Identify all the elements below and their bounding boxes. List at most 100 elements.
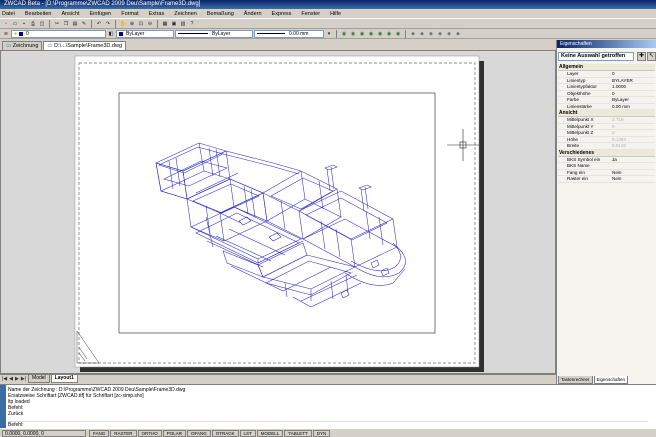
property-value[interactable]: 0 bbox=[608, 124, 655, 130]
redo-icon[interactable]: ↷ bbox=[104, 19, 112, 28]
paste-icon[interactable]: ▤ bbox=[71, 19, 79, 28]
view-front-icon[interactable]: ◈ bbox=[418, 30, 426, 38]
cut-icon[interactable]: ✂ bbox=[53, 19, 61, 28]
menu-extras[interactable]: Extras bbox=[149, 11, 165, 17]
command-window[interactable]: Name der Zeichnung : D:\Programme\ZWCAD … bbox=[0, 384, 656, 429]
tab-zeichnung[interactable]: ▭ Zeichnung bbox=[2, 41, 43, 50]
copy-icon[interactable]: ❐ bbox=[62, 19, 70, 28]
model-toggle[interactable]: MODELL bbox=[256, 429, 284, 437]
view-ucs-icon[interactable]: ◈ bbox=[454, 30, 462, 38]
color-select[interactable]: ByLayer bbox=[116, 29, 174, 38]
realistic-icon[interactable]: ◉ bbox=[376, 30, 384, 38]
pickadd-icon[interactable]: ↖ bbox=[647, 52, 656, 61]
separator bbox=[115, 19, 116, 28]
print-icon[interactable]: ⎙ bbox=[29, 19, 37, 28]
property-value[interactable]: Nein bbox=[608, 176, 655, 182]
grid-toggle[interactable]: RASTER bbox=[110, 429, 137, 437]
menu-hilfe[interactable]: Hilfe bbox=[330, 11, 341, 17]
property-value[interactable]: 1.0000 bbox=[608, 84, 655, 90]
color-swatch-icon bbox=[19, 31, 24, 36]
property-category-ansicht[interactable]: Ansicht bbox=[558, 110, 655, 117]
design-center-icon[interactable]: ▣ bbox=[170, 19, 178, 28]
tab-frame3d[interactable]: ▭ D:\...\Sample\Frame3D.dwg bbox=[43, 41, 127, 50]
help-icon[interactable]: ? bbox=[188, 19, 196, 28]
zoom-window-icon[interactable]: ⊡ bbox=[137, 19, 145, 28]
prev-tab-icon[interactable]: ◀ bbox=[9, 376, 13, 382]
plotstyle-icon[interactable]: ▾ bbox=[325, 29, 333, 38]
snap-toggle[interactable]: FANG bbox=[89, 429, 110, 437]
menu-fenster[interactable]: Fenster bbox=[301, 11, 320, 17]
property-value[interactable]: 0 bbox=[608, 130, 655, 136]
property-value[interactable]: 0 bbox=[608, 91, 655, 97]
lineweight-select[interactable]: 0.00 mm bbox=[254, 29, 324, 38]
tool-palette-icon[interactable]: ▥ bbox=[179, 19, 187, 28]
property-value[interactable]: ByLayer bbox=[608, 97, 655, 103]
dyn-toggle[interactable]: DYN bbox=[312, 429, 331, 437]
flat-shaded-icon[interactable]: ◉ bbox=[394, 30, 402, 38]
property-value[interactable]: 3.718 bbox=[608, 117, 655, 123]
property-category-verschiedenes[interactable]: Verschiedenes bbox=[558, 149, 655, 157]
match-properties-icon[interactable]: ✎ bbox=[80, 19, 88, 28]
view-left-icon[interactable]: ◈ bbox=[427, 30, 435, 38]
properties-icon[interactable]: ▦ bbox=[161, 19, 169, 28]
property-value[interactable]: Nein bbox=[608, 170, 655, 176]
shade-icon[interactable]: ◉ bbox=[349, 30, 357, 38]
view-iso-icon[interactable]: ◈ bbox=[436, 30, 444, 38]
property-value[interactable]: 0 bbox=[608, 71, 655, 77]
command-prompt[interactable]: Befehl: bbox=[8, 421, 648, 428]
next-tab-icon[interactable]: ▶ bbox=[15, 376, 19, 382]
menu-zeichnen[interactable]: Zeichnen bbox=[174, 11, 197, 17]
osnap-toggle[interactable]: OFANG bbox=[186, 429, 211, 437]
conceptual-icon[interactable]: ◉ bbox=[385, 30, 393, 38]
tab-properties[interactable]: Eigenschaften bbox=[593, 376, 629, 384]
menu-aendern[interactable]: Ändern bbox=[244, 11, 262, 17]
wireframe-icon[interactable]: ◉ bbox=[367, 30, 375, 38]
linetype-select[interactable]: ByLayer bbox=[175, 29, 253, 38]
hide-icon[interactable]: ◉ bbox=[358, 30, 366, 38]
layer-manager-icon[interactable]: ≋ bbox=[2, 29, 10, 38]
property-value[interactable] bbox=[608, 163, 655, 169]
render-icon[interactable]: ◉ bbox=[340, 30, 348, 38]
last-tab-icon[interactable]: ▶| bbox=[21, 376, 26, 382]
ortho-toggle[interactable]: ORTHO bbox=[137, 429, 162, 437]
property-key: Linientypfaktor bbox=[567, 84, 597, 89]
polar-toggle[interactable]: POLAR bbox=[162, 429, 186, 437]
menu-format[interactable]: Format bbox=[121, 11, 138, 17]
menu-bemassung[interactable]: Bemaßung bbox=[207, 11, 234, 17]
property-row[interactable]: Raster ein Nein bbox=[558, 176, 655, 183]
view-top-icon[interactable]: ◈ bbox=[409, 30, 417, 38]
property-value[interactable]: 0.00 mm bbox=[608, 104, 655, 110]
save-icon[interactable]: ▪ bbox=[20, 19, 28, 28]
zoom-previous-icon[interactable]: ⊖ bbox=[146, 19, 154, 28]
otrack-toggle[interactable]: OTRACK bbox=[211, 429, 239, 437]
undo-icon[interactable]: ↶ bbox=[95, 19, 103, 28]
tablet-toggle[interactable]: TABLETT bbox=[284, 429, 312, 437]
new-file-icon[interactable]: ▫ bbox=[2, 19, 10, 28]
first-tab-icon[interactable]: |◀ bbox=[2, 376, 7, 382]
property-value[interactable]: BYLAYER bbox=[608, 78, 655, 84]
lineweight-toggle[interactable]: LST bbox=[239, 429, 256, 437]
property-value[interactable]: 8.1384 bbox=[608, 137, 655, 143]
property-category-allgemein[interactable]: Allgemein bbox=[558, 64, 655, 71]
drawing-canvas[interactable] bbox=[0, 50, 556, 374]
property-value[interactable]: 9.0120 bbox=[608, 143, 655, 149]
preview-icon[interactable]: ◫ bbox=[38, 19, 46, 28]
command-window-grip[interactable] bbox=[0, 385, 6, 429]
view-orbit-icon[interactable]: ◈ bbox=[445, 30, 453, 38]
zoom-realtime-icon[interactable]: ⊕ bbox=[128, 19, 136, 28]
menu-express[interactable]: Express bbox=[272, 11, 292, 17]
tab-calculator[interactable]: Tastenrechner bbox=[558, 376, 593, 384]
tab-model[interactable]: Model bbox=[28, 375, 50, 383]
layer-previous-icon[interactable]: ◧ bbox=[107, 29, 115, 38]
layer-select[interactable]: ● 0 bbox=[11, 29, 106, 38]
menu-datei[interactable]: Datei bbox=[2, 11, 15, 17]
menu-ansicht[interactable]: Ansicht bbox=[61, 11, 79, 17]
tab-layout1[interactable]: Layout1 bbox=[50, 375, 78, 383]
property-value[interactable]: Ja bbox=[608, 157, 655, 163]
menu-einfuegen[interactable]: Einfügen bbox=[90, 11, 112, 17]
quick-select-icon[interactable]: ✚ bbox=[637, 52, 646, 61]
open-file-icon[interactable]: ▭ bbox=[11, 19, 19, 28]
selection-select[interactable]: Keine Auswahl getroffen bbox=[558, 52, 634, 61]
menu-bearbeiten[interactable]: Bearbeiten bbox=[25, 11, 52, 17]
pan-icon[interactable]: ✋ bbox=[119, 19, 127, 28]
